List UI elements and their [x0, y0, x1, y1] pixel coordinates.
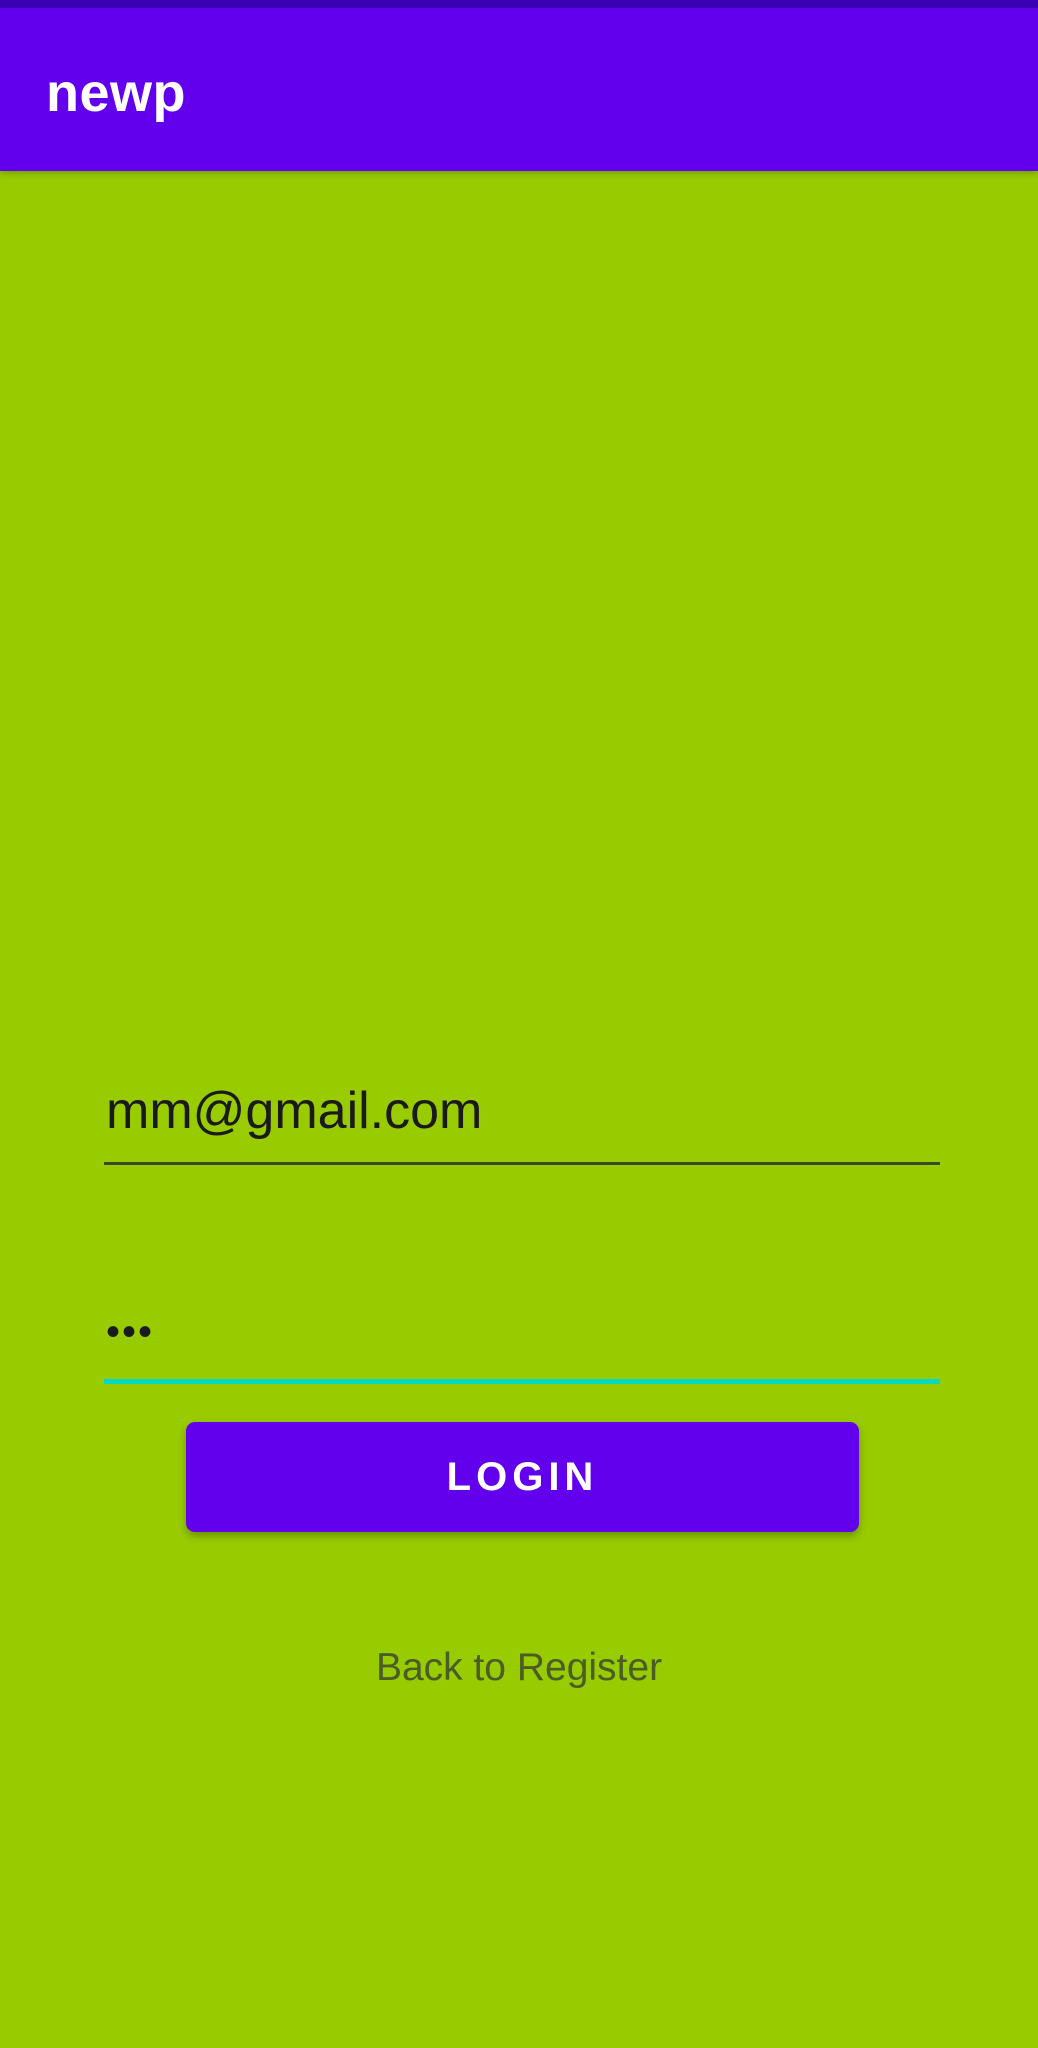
app-title: newp — [46, 63, 187, 123]
email-value: mm@gmail.com — [106, 1082, 483, 1140]
email-field[interactable]: mm@gmail.com — [104, 1085, 940, 1165]
status-bar — [0, 0, 1038, 8]
login-screen: newp mm@gmail.com ••• LOGIN Back to Regi… — [0, 0, 1038, 2048]
password-field[interactable]: ••• — [104, 1300, 940, 1384]
back-to-register-link[interactable]: Back to Register — [0, 1648, 1038, 1687]
password-value: ••• — [106, 1310, 155, 1354]
password-field-underline — [104, 1379, 940, 1384]
login-button[interactable]: LOGIN — [186, 1422, 859, 1532]
email-field-underline — [104, 1162, 940, 1165]
app-bar: newp — [0, 8, 1038, 171]
